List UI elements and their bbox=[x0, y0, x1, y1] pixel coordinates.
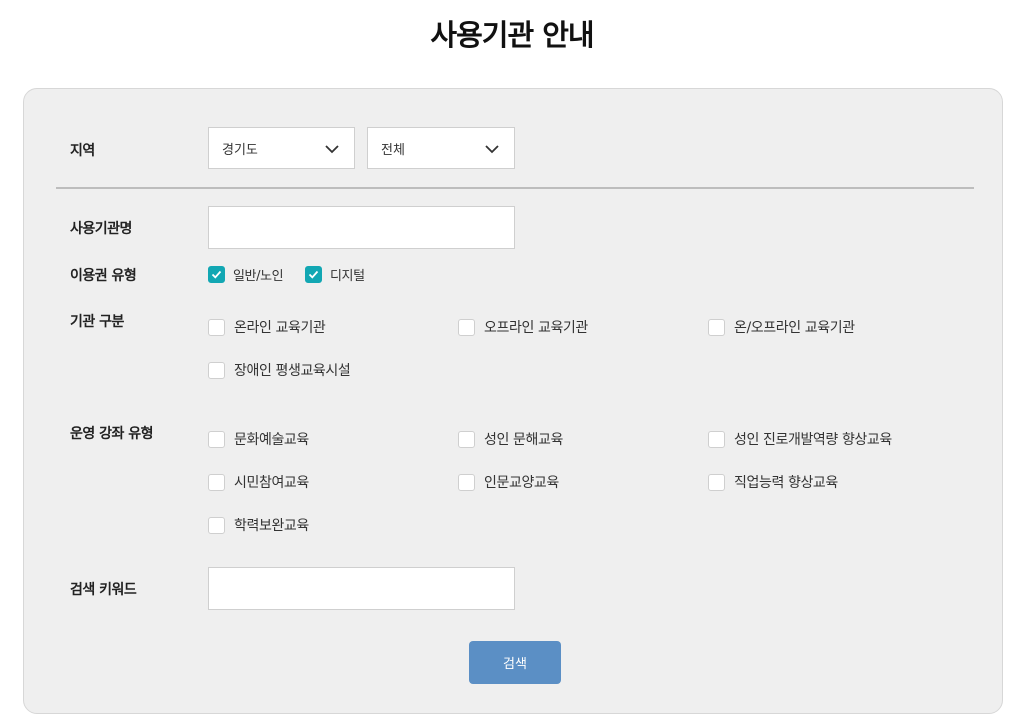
course-option-career[interactable]: 성인 진로개발역량 향상교육 bbox=[708, 429, 892, 449]
checkbox[interactable] bbox=[458, 430, 475, 448]
province-value: 경기도 bbox=[222, 142, 258, 158]
course-option-label: 문화예술교육 bbox=[234, 432, 309, 448]
chevron-down-icon bbox=[485, 145, 499, 154]
category-option-online[interactable]: 온라인 교육기관 bbox=[208, 317, 326, 337]
category-option-offline[interactable]: 오프라인 교육기관 bbox=[458, 317, 588, 337]
checkbox[interactable] bbox=[208, 473, 225, 491]
category-option-label: 온/오프라인 교육기관 bbox=[734, 320, 855, 336]
course-option-academic[interactable]: 학력보완교육 bbox=[208, 515, 309, 535]
city-value: 전체 bbox=[381, 142, 405, 158]
checkbox[interactable] bbox=[708, 318, 725, 336]
checkbox[interactable] bbox=[208, 318, 225, 336]
divider bbox=[56, 187, 974, 189]
institution-name-label: 사용기관명 bbox=[70, 221, 132, 237]
page-title: 사용기관 안내 bbox=[430, 18, 594, 52]
voucher-type-label: 이용권 유형 bbox=[70, 268, 137, 284]
checkbox[interactable] bbox=[708, 473, 725, 491]
course-type-label: 운영 강좌 유형 bbox=[70, 426, 154, 442]
course-option-culture-arts[interactable]: 문화예술교육 bbox=[208, 429, 309, 449]
checkbox[interactable] bbox=[208, 516, 225, 534]
checkbox[interactable] bbox=[208, 430, 225, 448]
course-option-adult-literacy[interactable]: 성인 문해교육 bbox=[458, 429, 563, 449]
checkbox[interactable] bbox=[458, 318, 475, 336]
checkbox[interactable] bbox=[708, 430, 725, 448]
chevron-down-icon bbox=[325, 145, 339, 154]
checkbox[interactable] bbox=[458, 473, 475, 491]
institution-category-label: 기관 구분 bbox=[70, 314, 124, 330]
city-select[interactable]: 전체 bbox=[367, 127, 515, 169]
voucher-option-digital[interactable]: 디지털 bbox=[305, 265, 365, 284]
voucher-option-label: 일반/노인 bbox=[233, 269, 284, 284]
category-option-blended[interactable]: 온/오프라인 교육기관 bbox=[708, 317, 855, 337]
category-option-label: 장애인 평생교육시설 bbox=[234, 363, 351, 379]
voucher-option-label: 디지털 bbox=[330, 269, 365, 284]
category-option-disabled-facility[interactable]: 장애인 평생교육시설 bbox=[208, 360, 351, 380]
search-button[interactable]: 검색 bbox=[469, 641, 561, 684]
checkbox-checked-icon[interactable] bbox=[305, 266, 322, 283]
keyword-label: 검색 키워드 bbox=[70, 582, 137, 598]
course-option-label: 직업능력 향상교육 bbox=[734, 475, 838, 491]
course-option-vocational[interactable]: 직업능력 향상교육 bbox=[708, 472, 838, 492]
category-option-label: 오프라인 교육기관 bbox=[484, 320, 588, 336]
keyword-input[interactable] bbox=[208, 567, 515, 610]
institution-name-input[interactable] bbox=[208, 206, 515, 249]
voucher-option-general[interactable]: 일반/노인 bbox=[208, 265, 284, 284]
search-panel: 지역 경기도 전체 사용기관명 이용권 유형 일반/노인 디지털 기관 구분 온… bbox=[23, 88, 1003, 714]
course-option-civic[interactable]: 시민참여교육 bbox=[208, 472, 309, 492]
course-option-label: 성인 진로개발역량 향상교육 bbox=[734, 432, 892, 448]
checkbox[interactable] bbox=[208, 361, 225, 379]
course-option-label: 인문교양교육 bbox=[484, 475, 559, 491]
course-option-label: 시민참여교육 bbox=[234, 475, 309, 491]
category-option-label: 온라인 교육기관 bbox=[234, 320, 326, 336]
course-option-humanities[interactable]: 인문교양교육 bbox=[458, 472, 559, 492]
checkbox-checked-icon[interactable] bbox=[208, 266, 225, 283]
course-option-label: 성인 문해교육 bbox=[484, 432, 563, 448]
region-label: 지역 bbox=[70, 143, 95, 159]
province-select[interactable]: 경기도 bbox=[208, 127, 355, 169]
course-option-label: 학력보완교육 bbox=[234, 518, 309, 534]
